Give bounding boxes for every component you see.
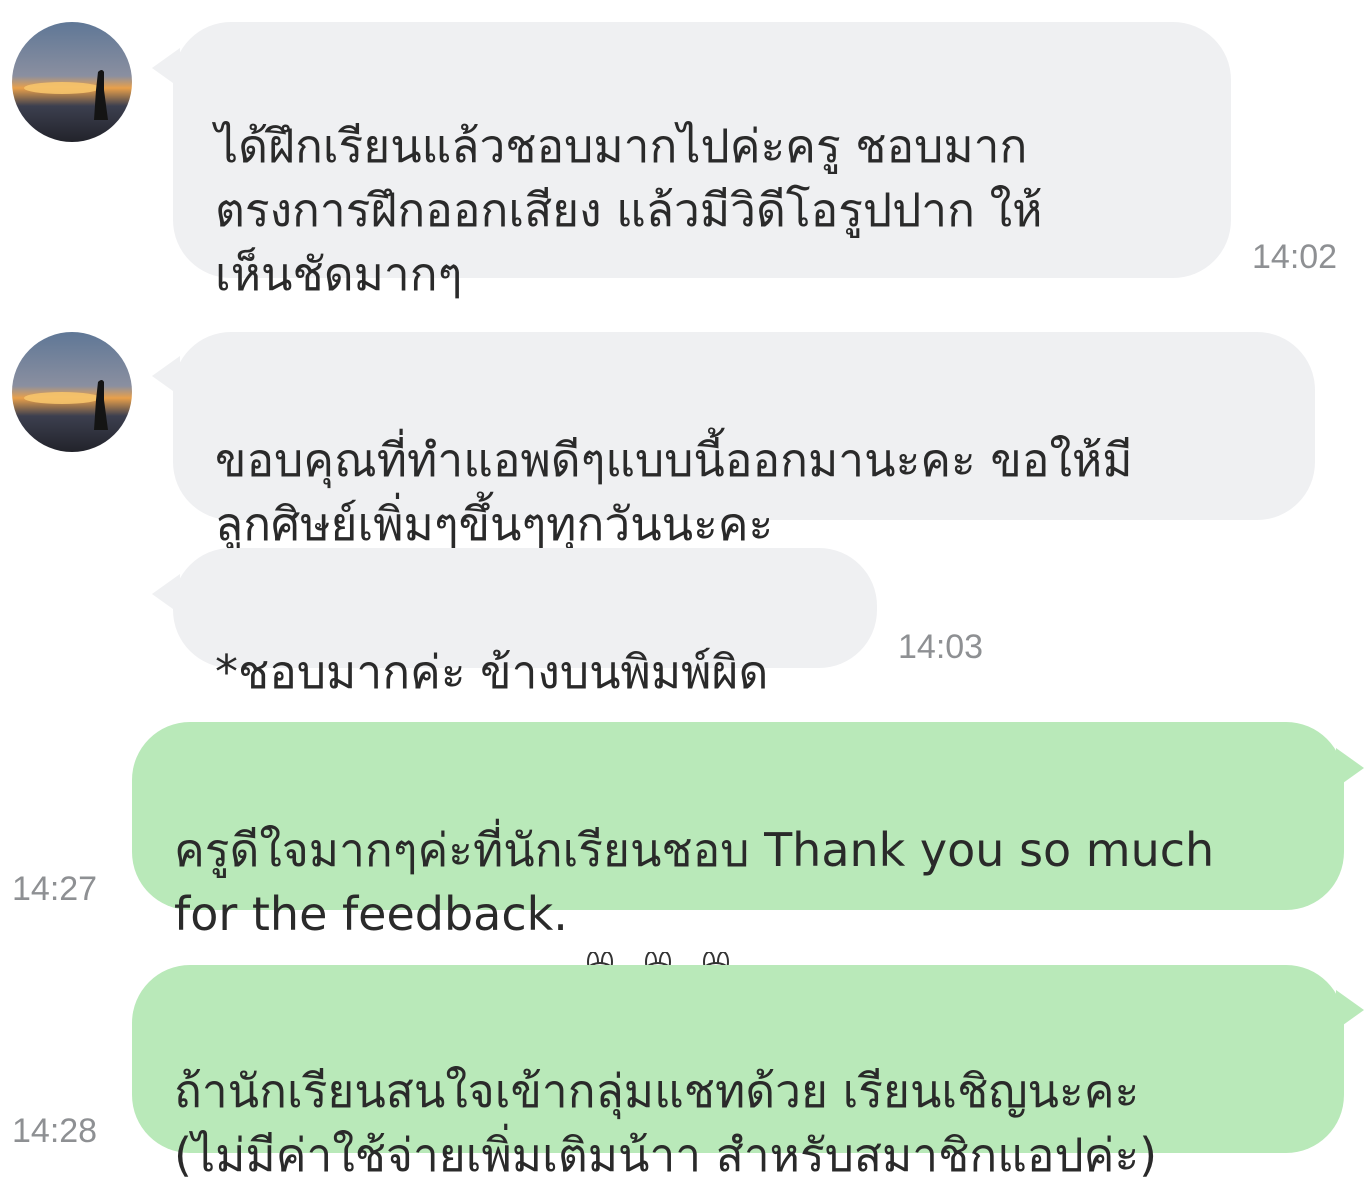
- message-bubble-outgoing[interactable]: ถ้านักเรียนสนใจเข้ากลุ่มแชทด้วย เรียนเชิ…: [132, 965, 1344, 1182]
- message-text: ถ้านักเรียนสนใจเข้ากลุ่มแชทด้วย เรียนเชิ…: [174, 1064, 1158, 1182]
- message-timestamp: 14:02: [1252, 238, 1338, 276]
- message-bubble-incoming[interactable]: *ชอบมากค่ะ ข้างบนพิมพ์ผิด: [173, 548, 877, 699]
- message-bubble-incoming[interactable]: ได้ฝึกเรียนแล้วชอบมากไปค่ะครู ชอบมาก ตรง…: [173, 22, 1231, 301]
- message-bubble-outgoing[interactable]: ครูดีใจมากๆค่ะที่นักเรียนชอบ Thank you s…: [132, 722, 1344, 1002]
- sunset-silhouette-icon: [12, 332, 132, 452]
- bunny-kiss-icon: [690, 888, 742, 1002]
- chat-thread: ได้ฝึกเรียนแล้วชอบมากไปค่ะครู ชอบมาก ตรง…: [0, 0, 1364, 1200]
- bubble-tail: [1336, 748, 1364, 788]
- sender-avatar[interactable]: [12, 22, 132, 142]
- bunny-kiss-icon: [574, 888, 626, 1002]
- sunset-silhouette-icon: [12, 22, 132, 142]
- message-timestamp: 14:28: [12, 1112, 98, 1150]
- message-text: ขอบคุณที่ทำแอพดีๆแบบนี้ออกมานะคะ ขอให้มี…: [215, 433, 1133, 551]
- bunny-kiss-icon: [632, 888, 684, 1002]
- message-text: *ชอบมากค่ะ ข้างบนพิมพ์ผิด: [215, 645, 769, 699]
- message-text: ได้ฝึกเรียนแล้วชอบมากไปค่ะครู ชอบมาก ตรง…: [215, 119, 1043, 301]
- message-timestamp: 14:03: [898, 628, 984, 666]
- sender-avatar[interactable]: [12, 332, 132, 452]
- message-bubble-incoming[interactable]: ขอบคุณที่ทำแอพดีๆแบบนี้ออกมานะคะ ขอให้มี…: [173, 332, 1315, 551]
- message-timestamp: 14:27: [12, 870, 98, 908]
- bubble-tail: [1336, 990, 1364, 1030]
